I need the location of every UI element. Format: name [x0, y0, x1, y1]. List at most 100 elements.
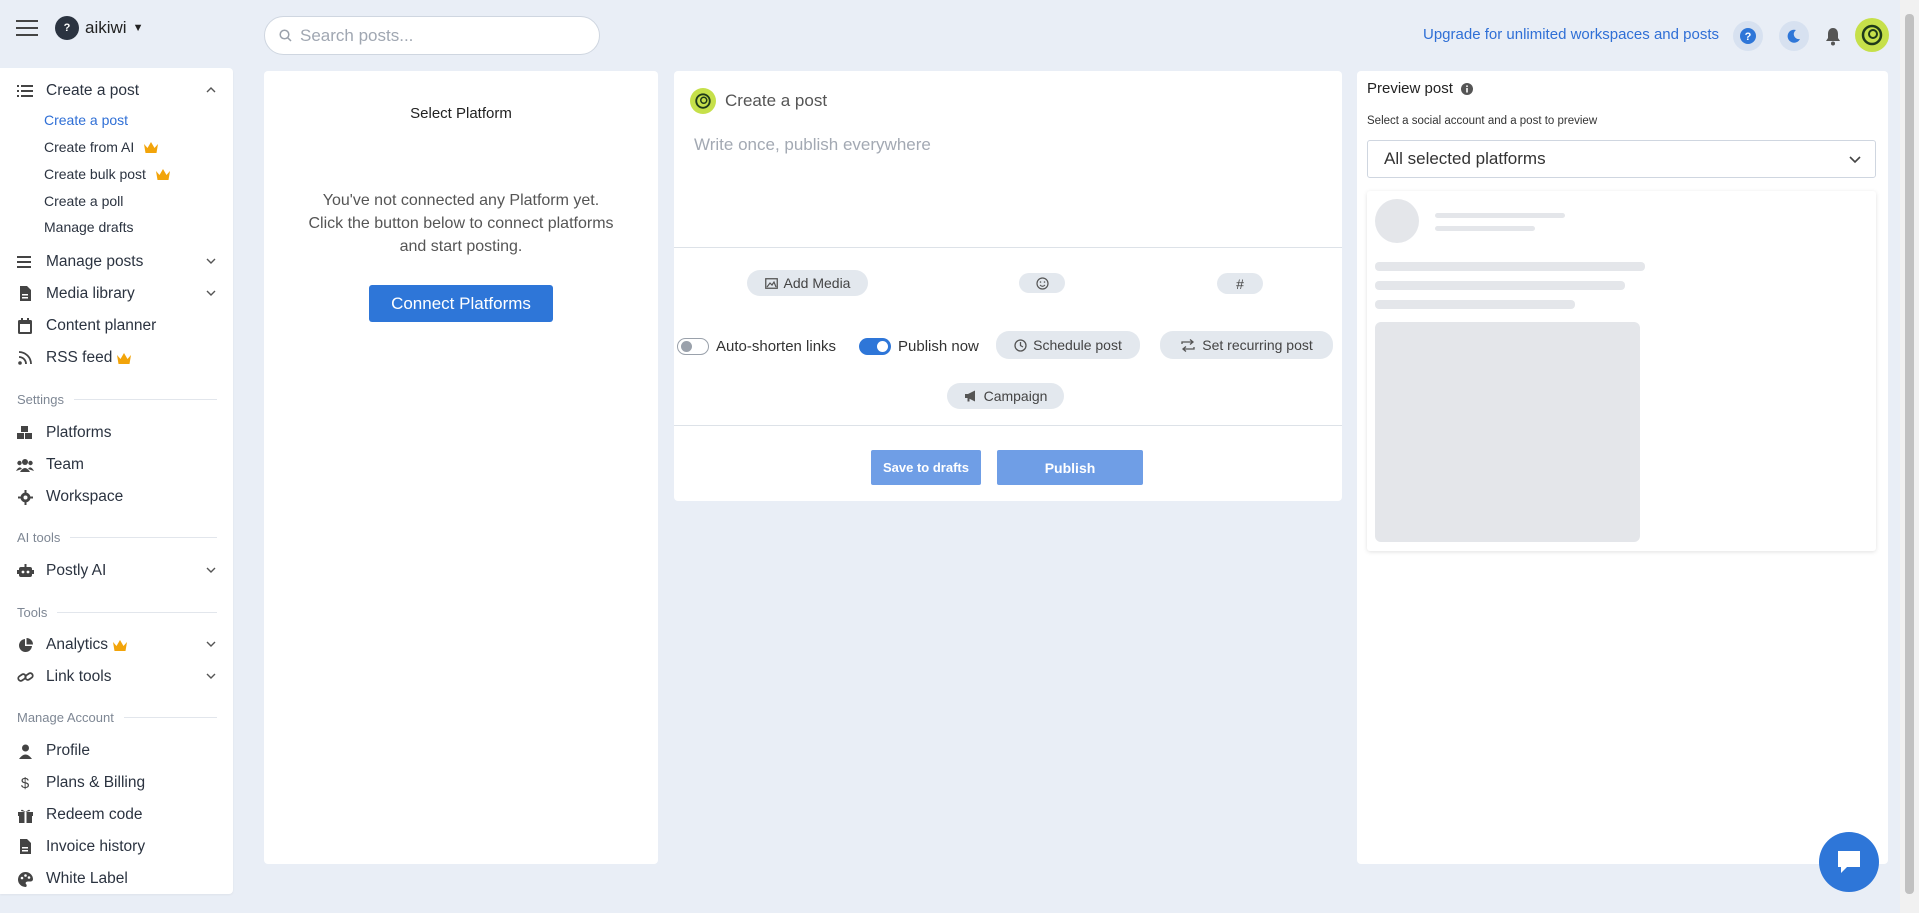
- sidebar-item-workspace[interactable]: Workspace: [16, 485, 216, 509]
- users-icon: [16, 456, 34, 474]
- chevron-down-icon: [206, 288, 216, 298]
- dark-mode-button[interactable]: [1779, 21, 1809, 51]
- emoji-button[interactable]: [1019, 273, 1065, 293]
- section-settings: Settings: [17, 392, 217, 407]
- sub-item-create-poll[interactable]: Create a poll: [44, 193, 123, 209]
- sidebar-item-label: Content planner: [46, 317, 157, 334]
- help-button[interactable]: ?: [1733, 21, 1763, 51]
- set-recurring-post-button[interactable]: Set recurring post: [1160, 331, 1333, 359]
- sub-item-label: Manage drafts: [44, 219, 134, 235]
- sidebar-item-label: Link tools: [46, 668, 112, 685]
- sidebar-item-analytics[interactable]: Analytics: [16, 633, 216, 657]
- top-bar: ? aikiwi ▼ Upgrade for unlimited workspa…: [0, 0, 1900, 66]
- button-label: Campaign: [983, 388, 1048, 404]
- platform-select[interactable]: All selected platforms: [1367, 140, 1876, 178]
- sidebar-item-create-post[interactable]: Create a post: [16, 79, 216, 103]
- notifications-button[interactable]: [1818, 21, 1848, 51]
- robot-icon: [16, 562, 34, 580]
- add-media-button[interactable]: Add Media: [747, 270, 868, 296]
- sidebar-item-label: Invoice history: [46, 838, 146, 855]
- divider: [674, 425, 1342, 426]
- link-icon: [16, 668, 34, 686]
- sidebar-item-label: Plans & Billing: [46, 774, 146, 791]
- repeat-icon: [1180, 338, 1196, 352]
- crown-icon: [112, 639, 128, 652]
- sidebar-item-link-tools[interactable]: Link tools: [16, 665, 216, 689]
- panel-title: Preview post: [1367, 80, 1453, 97]
- rss-icon: [16, 349, 34, 367]
- page-scrollbar[interactable]: [1900, 0, 1919, 913]
- preview-subtitle: Select a social account and a post to pr…: [1367, 115, 1598, 127]
- skeleton-line: [1375, 300, 1575, 309]
- publish-button[interactable]: Publish: [997, 450, 1143, 485]
- sidebar-item-content-planner[interactable]: Content planner: [16, 314, 216, 338]
- sidebar-item-plans-billing[interactable]: $ Plans & Billing: [16, 771, 216, 795]
- workspace-switcher[interactable]: ? aikiwi ▼: [55, 16, 143, 40]
- bell-icon: [1824, 26, 1842, 46]
- search-box: [264, 16, 600, 55]
- sub-item-create-post[interactable]: Create a post: [44, 112, 128, 128]
- auto-shorten-toggle[interactable]: [677, 338, 709, 355]
- section-label: Tools: [17, 605, 48, 620]
- hashtag-button[interactable]: #: [1217, 273, 1263, 294]
- scrollbar-thumb[interactable]: [1905, 14, 1914, 894]
- sidebar-item-postly-ai[interactable]: Postly AI: [16, 559, 216, 583]
- chat-support-button[interactable]: [1819, 832, 1879, 892]
- sidebar-item-rss-feed[interactable]: RSS feed: [16, 346, 216, 370]
- sidebar-item-profile[interactable]: Profile: [16, 739, 216, 763]
- calendar-icon: [16, 317, 34, 335]
- info-icon[interactable]: [1460, 82, 1473, 95]
- schedule-post-button[interactable]: Schedule post: [996, 331, 1140, 359]
- sidebar-item-media-library[interactable]: Media library: [16, 282, 216, 306]
- campaign-button[interactable]: Campaign: [947, 383, 1064, 409]
- sidebar-item-label: Workspace: [46, 488, 124, 505]
- crown-icon: [155, 168, 171, 181]
- sidebar-item-white-label[interactable]: White Label: [16, 867, 216, 891]
- workspace-avatar: ?: [55, 16, 79, 40]
- save-to-drafts-button[interactable]: Save to drafts: [871, 450, 981, 485]
- sub-item-create-bulk-post[interactable]: Create bulk post: [44, 166, 171, 182]
- search-input[interactable]: [300, 25, 580, 46]
- sidebar-item-label: Profile: [46, 742, 90, 759]
- search-icon: [279, 29, 292, 42]
- clock-icon: [1014, 338, 1027, 352]
- sidebar-item-redeem-code[interactable]: Redeem code: [16, 803, 216, 827]
- sidebar-item-label: RSS feed: [46, 349, 113, 366]
- sub-item-label: Create bulk post: [44, 166, 146, 182]
- hashtag-icon: #: [1236, 275, 1244, 292]
- sidebar-item-platforms[interactable]: Platforms: [16, 421, 216, 445]
- skeleton-line: [1375, 281, 1625, 290]
- upgrade-link[interactable]: Upgrade for unlimited workspaces and pos…: [1423, 26, 1719, 43]
- sidebar-item-invoice-history[interactable]: Invoice history: [16, 835, 216, 859]
- post-text-input[interactable]: [694, 135, 1314, 235]
- empty-state-message: You've not connected any Platform yet. C…: [308, 192, 614, 255]
- chat-icon: [1835, 849, 1863, 875]
- crown-icon: [143, 141, 159, 154]
- sub-item-label: Create a poll: [44, 193, 124, 209]
- panel-title: Select Platform: [410, 105, 512, 122]
- sidebar-item-label: Manage posts: [46, 253, 144, 270]
- section-label: AI tools: [17, 530, 61, 545]
- auto-shorten-label: Auto-shorten links: [716, 338, 837, 355]
- lines-icon: [16, 253, 34, 271]
- sidebar-item-team[interactable]: Team: [16, 453, 216, 477]
- question-icon: ?: [1739, 27, 1757, 45]
- file-icon: [16, 285, 34, 303]
- gear-icon: [16, 488, 34, 506]
- sub-item-create-from-ai[interactable]: Create from AI: [44, 139, 159, 155]
- connect-platforms-button[interactable]: Connect Platforms: [369, 285, 553, 322]
- skeleton-image: [1375, 322, 1640, 542]
- skeleton-line: [1375, 262, 1645, 271]
- megaphone-icon: [964, 390, 978, 402]
- list-icon: [16, 82, 34, 100]
- sub-item-manage-drafts[interactable]: Manage drafts: [44, 219, 134, 235]
- publish-now-toggle[interactable]: [859, 338, 891, 355]
- panel-title: Create a post: [725, 91, 828, 110]
- palette-icon: [16, 870, 34, 888]
- sidebar-item-label: Media library: [46, 285, 135, 302]
- user-avatar[interactable]: [1855, 18, 1889, 52]
- menu-icon[interactable]: [16, 19, 38, 37]
- sidebar-item-label: Create a post: [46, 82, 140, 99]
- sidebar-item-manage-posts[interactable]: Manage posts: [16, 250, 216, 274]
- sub-item-label: Create from AI: [44, 139, 135, 155]
